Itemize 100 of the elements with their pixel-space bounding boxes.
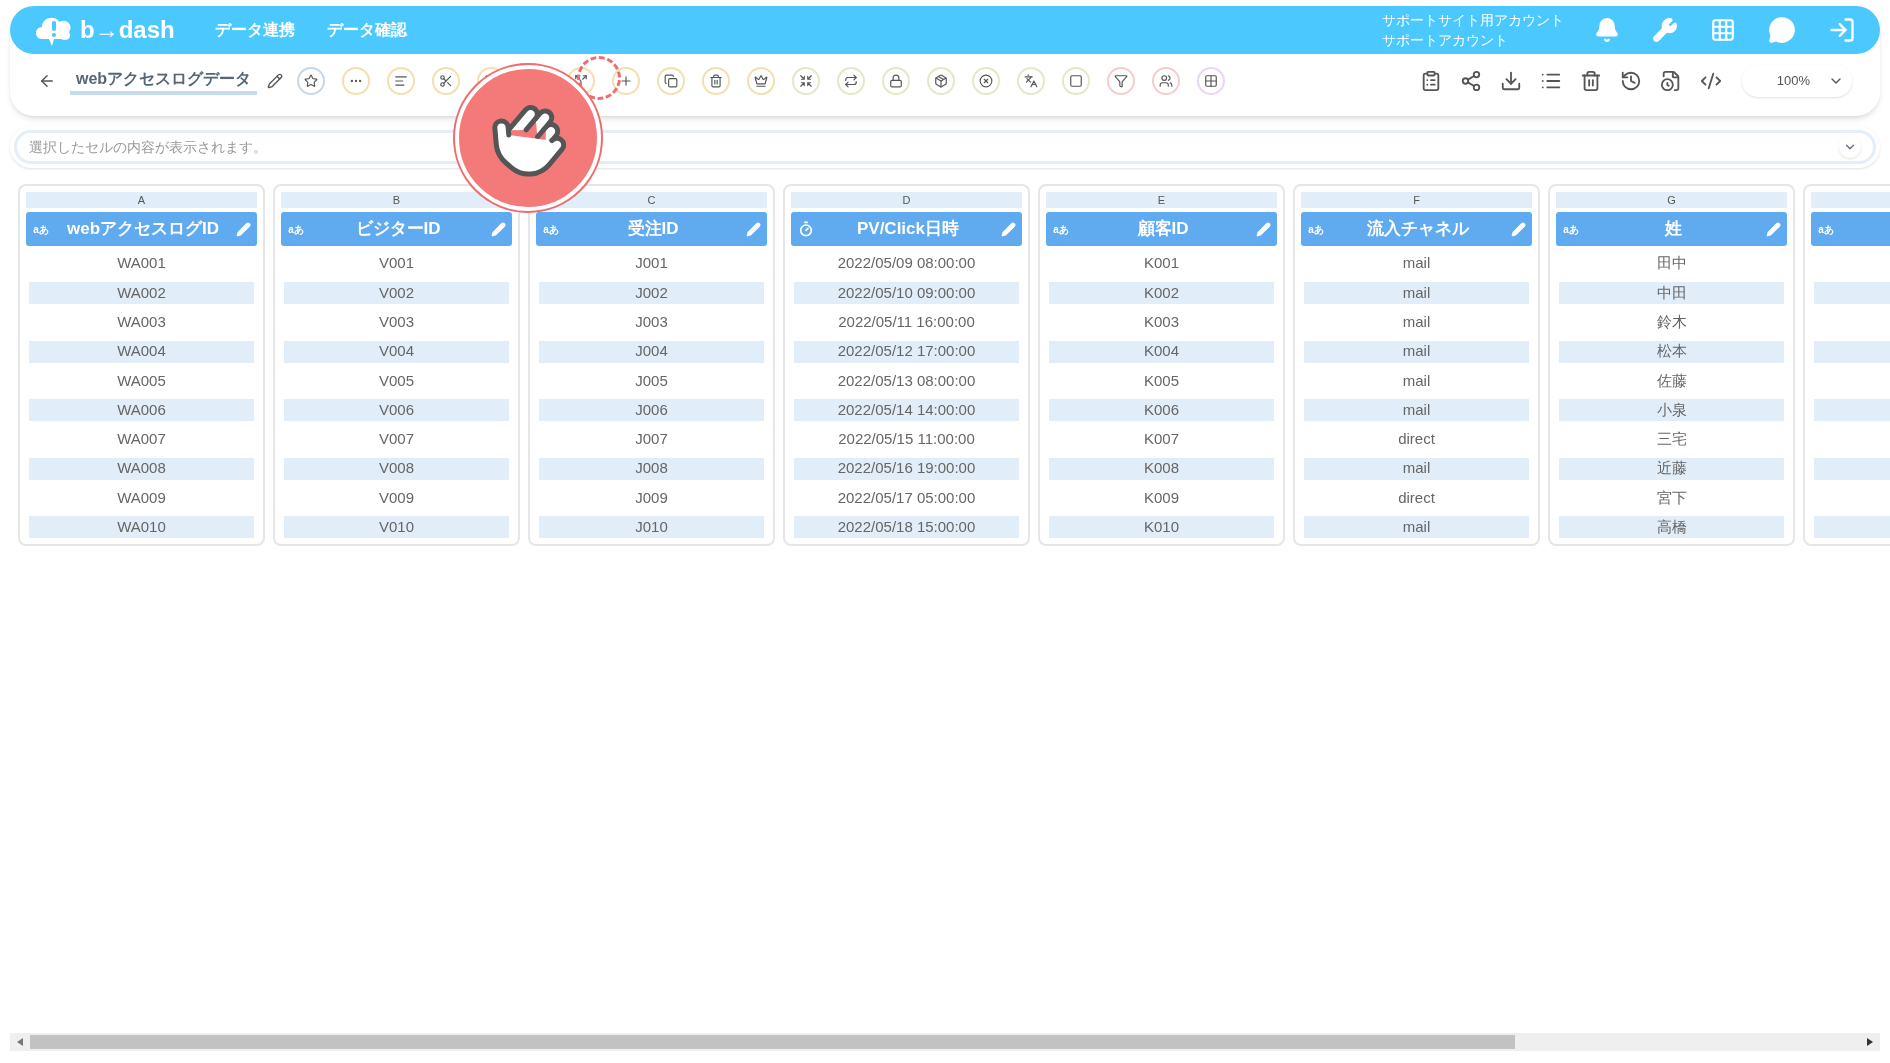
table-cell: V006 bbox=[284, 399, 509, 422]
logo-text: b→dash bbox=[80, 15, 175, 45]
table-cell-text: V007 bbox=[377, 429, 415, 450]
crown-icon[interactable] bbox=[747, 67, 776, 95]
timer-icon bbox=[798, 221, 814, 237]
share-icon[interactable] bbox=[1460, 70, 1482, 92]
horizontal-scrollbar[interactable] bbox=[10, 1033, 1880, 1051]
table-cell: 近藤 bbox=[1559, 457, 1784, 480]
trash-icon[interactable] bbox=[1580, 70, 1602, 92]
text-type-label: aあ bbox=[1818, 222, 1834, 237]
code-icon[interactable] bbox=[1700, 70, 1722, 92]
circle-x-icon[interactable] bbox=[972, 67, 1001, 95]
back-icon[interactable] bbox=[38, 72, 56, 90]
clipboard-icon[interactable] bbox=[1420, 70, 1442, 92]
table-cell-text: K003 bbox=[1142, 312, 1180, 332]
table-cell-text: mail bbox=[1401, 312, 1432, 332]
table-cell: K006 bbox=[1049, 399, 1274, 422]
nav-link[interactable]: データ連携 bbox=[214, 18, 295, 42]
table-cell: WA010 bbox=[29, 516, 254, 539]
account-name: サポートアカウント bbox=[1382, 31, 1509, 50]
table-cell-text: 2022/05/13 08:00:00 bbox=[836, 370, 977, 391]
table-cell: 松本 bbox=[1559, 340, 1784, 363]
table-cell: 小泉 bbox=[1559, 399, 1784, 422]
scroll-right-icon[interactable] bbox=[1867, 1038, 1873, 1046]
table-cell-text: 佐藤 bbox=[1655, 370, 1688, 391]
table-cell: WA002 bbox=[29, 281, 254, 304]
cell-content-field[interactable]: 選択したセルの内容が表示されます。 bbox=[14, 130, 1876, 164]
table-cell-text: V001 bbox=[377, 253, 415, 274]
column-header[interactable]: aあ 受注ID bbox=[536, 212, 767, 246]
plus-icon[interactable] bbox=[612, 67, 641, 95]
table-cell: J008 bbox=[539, 457, 764, 480]
column-header[interactable]: aあ 顧客ID bbox=[1046, 212, 1277, 246]
column-letter: F bbox=[1301, 192, 1532, 208]
repeat-icon[interactable] bbox=[837, 67, 866, 95]
table-cell: V010 bbox=[284, 516, 509, 539]
table-cell: 2022/05/12 17:00:00 bbox=[794, 340, 1019, 363]
table-title[interactable]: webアクセスログデータ bbox=[70, 67, 258, 95]
table-cell-text: mail bbox=[1401, 370, 1432, 391]
column-header[interactable]: PV/Click日時 bbox=[791, 212, 1022, 246]
scroll-left-icon[interactable] bbox=[17, 1038, 23, 1046]
scissors-icon[interactable] bbox=[432, 67, 461, 95]
table-cell-text: WA001 bbox=[116, 253, 167, 274]
grid-icon[interactable] bbox=[1197, 67, 1226, 95]
edit-icon[interactable] bbox=[267, 73, 284, 89]
table-cell: V002 bbox=[284, 281, 509, 304]
table-cell: 2022/05/10 09:00:00 bbox=[794, 281, 1019, 304]
table-cell-text: 2022/05/17 05:00:00 bbox=[836, 487, 977, 508]
table-cell-text: 鈴木 bbox=[1655, 312, 1688, 332]
table-cell: WA006 bbox=[29, 399, 254, 422]
table-cell: V008 bbox=[284, 457, 509, 480]
table-cell-text: V005 bbox=[377, 370, 415, 391]
history-icon[interactable] bbox=[1620, 70, 1642, 92]
table-cell: K008 bbox=[1049, 457, 1274, 480]
text-type-label: aあ bbox=[33, 222, 49, 237]
column-header[interactable]: aあ bbox=[1811, 212, 1890, 246]
table-cell-text: 2022/05/15 11:00:00 bbox=[837, 429, 976, 450]
translate-icon[interactable] bbox=[1017, 67, 1046, 95]
table-cell-text: V003 bbox=[377, 312, 415, 332]
table-cell-text: K001 bbox=[1142, 253, 1180, 274]
people-icon[interactable] bbox=[1152, 67, 1181, 95]
table-cell-text: J007 bbox=[634, 429, 669, 450]
column-header[interactable]: aあ webアクセスログID bbox=[26, 212, 257, 246]
table-cell: mail bbox=[1304, 457, 1529, 480]
text-type-label: aあ bbox=[543, 222, 559, 237]
table-cell: K010 bbox=[1049, 516, 1274, 539]
copy-icon[interactable] bbox=[657, 67, 686, 95]
file-icon[interactable] bbox=[1660, 70, 1682, 92]
table-cell: mail bbox=[1304, 340, 1529, 363]
shrink-icon[interactable] bbox=[792, 67, 821, 95]
zoom-select[interactable]: 100% bbox=[1742, 65, 1852, 97]
lock-icon[interactable] bbox=[882, 67, 911, 95]
table-cell-text: J005 bbox=[634, 370, 669, 391]
table-cell-text: 宮下 bbox=[1655, 487, 1688, 508]
table-cell-text: J003 bbox=[634, 312, 669, 332]
account-site: サポートサイト用アカウント bbox=[1382, 11, 1564, 30]
table-cell-text: K005 bbox=[1142, 370, 1180, 391]
table-cell-text: K009 bbox=[1142, 487, 1180, 508]
table-cell-text: K007 bbox=[1142, 429, 1180, 450]
column-letter: A bbox=[26, 192, 257, 208]
lines-icon[interactable] bbox=[387, 67, 416, 95]
trash-icon[interactable] bbox=[702, 67, 731, 95]
table-cell: 2022/05/18 15:00:00 bbox=[794, 516, 1019, 539]
table-cell-text: mail bbox=[1401, 253, 1432, 274]
table-cell-text: 2022/05/09 08:00:00 bbox=[836, 253, 977, 274]
column-header[interactable]: aあ ビジターID bbox=[281, 212, 512, 246]
table-cell-text: J009 bbox=[634, 487, 669, 508]
nav-link[interactable]: データ確認 bbox=[326, 18, 407, 42]
filter-icon[interactable] bbox=[1107, 67, 1136, 95]
column-letter: G bbox=[1556, 192, 1787, 208]
scrollbar-thumb[interactable] bbox=[30, 1035, 1515, 1049]
package-icon[interactable] bbox=[927, 67, 956, 95]
column-header[interactable]: aあ 姓 bbox=[1556, 212, 1787, 246]
column-header[interactable]: aあ 流入チャネル bbox=[1301, 212, 1532, 246]
square-icon[interactable] bbox=[1062, 67, 1091, 95]
table-cell: mail bbox=[1304, 516, 1529, 539]
dots-icon[interactable] bbox=[342, 67, 371, 95]
table-cell: J006 bbox=[539, 399, 764, 422]
download-icon[interactable] bbox=[1500, 70, 1522, 92]
table-cell: WA008 bbox=[29, 457, 254, 480]
table-cell: WA004 bbox=[29, 340, 254, 363]
